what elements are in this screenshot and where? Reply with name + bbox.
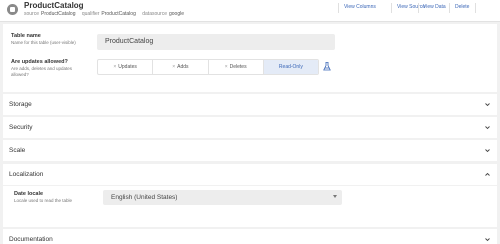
security-section-header[interactable]: Security	[3, 117, 497, 138]
header-divider	[391, 3, 392, 13]
meta-source-value: ProductCatalog	[41, 11, 76, 17]
localization-section-header[interactable]: Localization	[3, 164, 497, 185]
header-divider	[449, 3, 450, 13]
x-icon: ×	[172, 64, 176, 70]
storage-section-header[interactable]: Storage	[3, 94, 497, 115]
table-settings-card: Table name Name for this table (user-vis…	[3, 24, 497, 92]
delete-button[interactable]: Delete	[455, 4, 469, 10]
meta-qualifier-value: ProductCatalog	[101, 11, 136, 17]
deletes-option[interactable]: × Deletes	[209, 60, 264, 74]
updates-segmented-control: × Updates × Adds × Deletes Read-Only	[97, 59, 319, 75]
meta-datasource-value: google	[169, 11, 185, 17]
scale-section-title: Scale	[9, 147, 26, 154]
view-data-button[interactable]: View Data	[423, 4, 446, 10]
updates-option[interactable]: × Updates	[98, 60, 154, 74]
meta-source-label: source	[24, 11, 40, 17]
table-header: ProductCatalog source ProductCatalog qual…	[0, 0, 500, 22]
header-divider	[418, 3, 419, 13]
page: ProductCatalog source ProductCatalog qual…	[0, 0, 500, 244]
table-metadata: source ProductCatalog qualifier ProductCat…	[24, 11, 189, 17]
dropdown-arrow-icon	[333, 195, 337, 198]
date-locale-select[interactable]: English (United States)	[103, 190, 342, 205]
header-divider	[475, 3, 476, 13]
adds-option-label: Adds	[177, 64, 189, 70]
documentation-section-header[interactable]: Documentation	[3, 229, 497, 244]
date-locale-sublabel: Locale used to read the table	[14, 198, 73, 203]
updates-allowed-sublabel: Are adds, deletes and updates	[11, 66, 73, 71]
localization-section-body: Date locale Locale used to read the tabl…	[3, 186, 497, 227]
updates-allowed-label: Are updates allowed?	[11, 59, 68, 65]
scale-section-header[interactable]: Scale	[3, 140, 497, 161]
meta-qualifier-label: qualifier	[81, 11, 100, 17]
meta-datasource-label: datasource	[142, 11, 167, 17]
header-divider	[338, 3, 339, 13]
table-name-sublabel: Name for this table (user-visible)	[11, 40, 76, 45]
flask-icon[interactable]	[323, 62, 331, 71]
table-name-input[interactable]: ProductCatalog	[97, 34, 335, 50]
documentation-section-title: Documentation	[9, 236, 53, 243]
chevron-down-icon	[485, 149, 490, 153]
x-icon: ×	[224, 64, 228, 70]
adds-option[interactable]: × Adds	[153, 60, 209, 74]
page-title: ProductCatalog	[24, 1, 84, 10]
deletes-option-label: Deletes	[229, 64, 247, 70]
date-locale-value: English (United States)	[111, 194, 178, 201]
x-icon: ×	[113, 64, 117, 70]
read-only-option[interactable]: Read-Only	[263, 60, 318, 74]
view-source-button[interactable]: View Source	[397, 4, 425, 10]
chevron-down-icon	[485, 103, 490, 107]
updates-allowed-sublabel-cont: allowed?	[11, 72, 29, 77]
table-name-label: Table name	[11, 33, 41, 39]
view-columns-button[interactable]: View Columns	[344, 4, 376, 10]
date-locale-label: Date locale	[14, 191, 44, 197]
chevron-down-icon	[485, 126, 490, 130]
localization-section-title: Localization	[9, 171, 44, 178]
read-only-option-label: Read-Only	[278, 64, 303, 70]
updates-option-label: Updates	[118, 64, 137, 70]
chevron-up-icon	[485, 172, 490, 176]
chevron-down-icon	[485, 238, 490, 242]
table-icon	[7, 4, 18, 15]
security-section-title: Security	[9, 124, 33, 131]
storage-section-title: Storage	[9, 101, 32, 108]
